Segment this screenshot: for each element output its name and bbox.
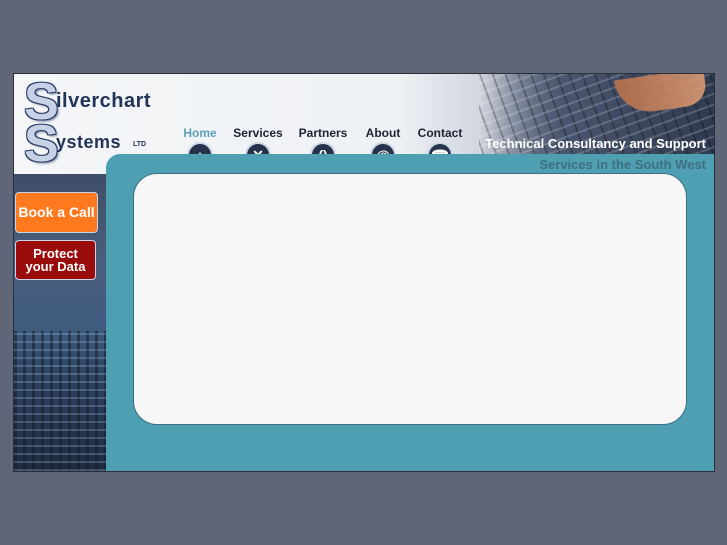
nav-label-partners: Partners — [298, 126, 348, 140]
logo-ltd: LTD — [133, 141, 147, 148]
nav-label-about: About — [365, 126, 401, 140]
header-subtagline: Services in the South West — [539, 157, 706, 172]
logo-word-systems: ystems — [56, 132, 122, 152]
protect-your-data-button[interactable]: Protect your Data — [15, 240, 96, 280]
header-hand-image — [613, 74, 709, 117]
logo-letter-s-bottom: S — [24, 115, 59, 173]
site-frame: S ilverchart S ystems LTD Home ⌂ Service… — [13, 73, 715, 472]
main-content-panel — [133, 173, 687, 425]
nav-label-home: Home — [183, 126, 217, 140]
nav-label-services: Services — [233, 126, 283, 140]
header-tagline: Technical Consultancy and Support — [485, 136, 706, 151]
nav-label-contact: Contact — [417, 126, 463, 140]
sidebar-circuit-image — [14, 331, 106, 471]
book-a-call-button[interactable]: Book a Call — [15, 192, 98, 233]
sidebar: Book a Call Protect your Data — [14, 174, 106, 471]
logo-word-silverchart: ilverchart — [56, 90, 152, 112]
